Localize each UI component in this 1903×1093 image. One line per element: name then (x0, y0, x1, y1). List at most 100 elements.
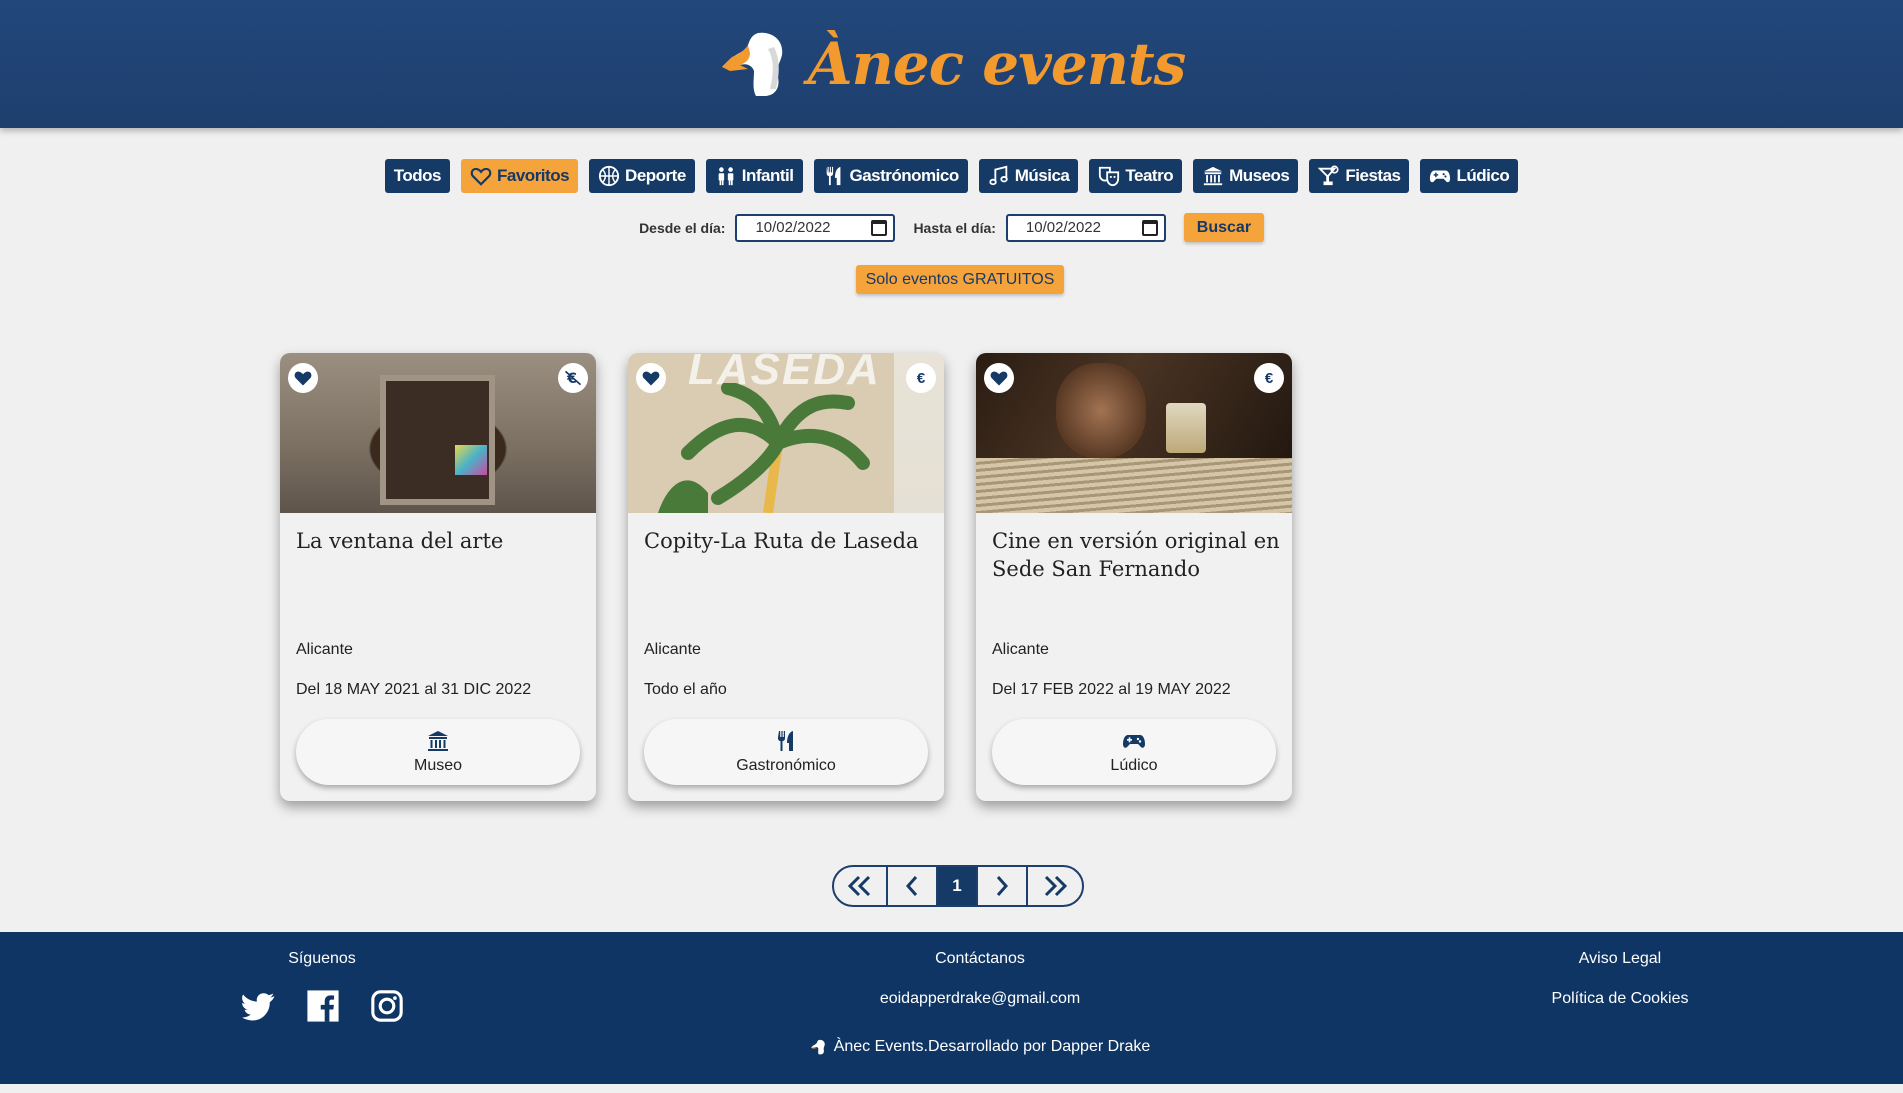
heart-icon (470, 167, 492, 186)
site-footer: Síguenos Contáctanos eoidapperdrake@gmai… (0, 932, 1903, 1084)
event-category-button[interactable]: Lúdico (992, 719, 1276, 785)
category-deporte-button[interactable]: Deporte (589, 159, 695, 193)
facebook-icon[interactable] (306, 989, 340, 1023)
image-mug (1166, 403, 1206, 453)
music-icon (989, 165, 1008, 186)
category-label: Fiestas (1345, 166, 1401, 185)
favorite-toggle[interactable] (636, 363, 666, 393)
category-fiestas-button[interactable]: Fiestas (1309, 159, 1410, 193)
current-page[interactable]: 1 (938, 867, 978, 905)
event-card[interactable]: € Cine en versión original en Sede San F… (976, 353, 1292, 801)
category-musica-button[interactable]: Música (978, 159, 1079, 193)
category-label: Música (1014, 166, 1070, 185)
date-filter: Desde el día: 10/02/2022 Hasta el día: 1… (0, 213, 1903, 242)
event-category-label: Museo (413, 757, 463, 774)
event-category-button[interactable]: Museo (296, 719, 580, 785)
gamepad-icon (1123, 735, 1145, 748)
children-icon (718, 167, 734, 186)
heart-icon (990, 371, 1008, 386)
theater-masks-icon (1099, 166, 1120, 187)
gamepad-icon (1430, 170, 1451, 183)
brand-logo[interactable]: Ànec events (718, 29, 1186, 99)
social-links (242, 989, 404, 1023)
next-page-button[interactable] (978, 867, 1028, 905)
event-card[interactable]: € La ventana del arte Alicante Del 18 MA… (280, 353, 596, 801)
category-favoritos-button[interactable]: Favoritos (461, 159, 579, 193)
chevron-right-icon (996, 876, 1009, 896)
from-date-label: Desde el día: (639, 219, 726, 236)
event-city: Alicante (296, 641, 353, 658)
event-title[interactable]: La ventana del arte (296, 527, 586, 555)
event-title[interactable]: Cine en versión original en Sede San Fer… (992, 527, 1282, 583)
duck-logo-icon (721, 32, 782, 96)
heart-icon (642, 371, 660, 386)
to-date-value: 10/02/2022 (1025, 219, 1101, 236)
event-dates: Del 17 FEB 2022 al 19 MAY 2022 (992, 681, 1231, 698)
category-museos-button[interactable]: Museos (1193, 159, 1299, 193)
free-events-button[interactable]: Solo eventos GRATUITOS (856, 265, 1064, 294)
category-label: Favoritos (497, 166, 570, 185)
category-label: Deporte (625, 166, 686, 185)
event-category-button[interactable]: Gastronómico (644, 719, 928, 785)
favorite-toggle[interactable] (288, 363, 318, 393)
category-teatro-button[interactable]: Teatro (1089, 159, 1183, 193)
event-category-label: Lúdico (1110, 757, 1158, 774)
category-gastronomico-button[interactable]: Gastrónomico (813, 159, 968, 193)
palm-graphic (658, 383, 870, 513)
heart-icon (294, 371, 312, 386)
category-label: Todos (393, 166, 442, 185)
to-date-input[interactable]: 10/02/2022 (1005, 213, 1166, 242)
from-date-input[interactable]: 10/02/2022 (735, 213, 896, 242)
event-dates: Del 18 MAY 2021 al 31 DIC 2022 (296, 681, 532, 698)
to-date-label: Hasta el día: (913, 219, 996, 236)
footer-credits: Ànec Events.Desarrollado por Dapper Drak… (700, 1038, 1260, 1056)
contact-email-link[interactable]: eoidapperdrake@gmail.com (830, 990, 1130, 1008)
legal-notice-link[interactable]: Aviso Legal (1520, 950, 1720, 968)
credits-text: Ànec Events.Desarrollado por Dapper Drak… (833, 1038, 1151, 1055)
category-filter-bar: Todos Favoritos Deporte Infantil Gastrón… (0, 159, 1903, 193)
event-image[interactable]: € (280, 353, 596, 513)
double-chevron-right-icon (1044, 875, 1068, 897)
calendar-icon[interactable] (1141, 219, 1158, 236)
image-person (1056, 363, 1146, 458)
from-date-value: 10/02/2022 (755, 219, 831, 236)
cocktail-icon (1318, 165, 1339, 186)
double-chevron-left-icon (847, 875, 871, 897)
event-card-list: € La ventana del arte Alicante Del 18 MA… (280, 353, 1292, 801)
chevron-left-icon (905, 876, 918, 896)
event-title[interactable]: Copity-La Ruta de Laseda (644, 527, 934, 555)
favorite-toggle[interactable] (984, 363, 1014, 393)
twitter-icon[interactable] (242, 989, 276, 1023)
basketball-icon (598, 165, 620, 187)
category-label: Gastrónomico (849, 166, 960, 185)
category-ludico-button[interactable]: Lúdico (1420, 159, 1519, 193)
site-header: Ànec events (0, 0, 1903, 128)
image-painting (455, 445, 487, 475)
pagination: 1 (832, 865, 1084, 907)
cookie-policy-link[interactable]: Política de Cookies (1520, 990, 1720, 1008)
event-image[interactable]: LASEDA € (628, 353, 944, 513)
calendar-icon[interactable] (871, 219, 888, 236)
utensils-icon (826, 166, 840, 186)
image-door (380, 375, 495, 505)
event-city: Alicante (992, 641, 1049, 658)
last-page-button[interactable] (1028, 867, 1082, 905)
instagram-icon[interactable] (370, 989, 404, 1023)
category-todos-button[interactable]: Todos (384, 159, 451, 193)
previous-page-button[interactable] (888, 867, 938, 905)
event-card[interactable]: LASEDA € Copity-La Ruta de Laseda Alican… (628, 353, 944, 801)
category-label: Lúdico (1456, 166, 1510, 185)
duck-logo-icon (810, 1039, 825, 1055)
event-image[interactable]: € (976, 353, 1292, 513)
no-euro-icon: € (558, 363, 588, 393)
event-category-label: Gastronómico (736, 757, 836, 774)
category-label: Teatro (1125, 166, 1174, 185)
category-label: Museos (1229, 166, 1290, 185)
euro-icon: € (906, 363, 936, 393)
first-page-button[interactable] (834, 867, 888, 905)
event-dates: Todo el año (644, 681, 727, 698)
category-infantil-button[interactable]: Infantil (705, 159, 803, 193)
search-button[interactable]: Buscar (1183, 213, 1264, 242)
museum-icon (428, 731, 448, 751)
brand-name: Ànec events (807, 30, 1187, 98)
